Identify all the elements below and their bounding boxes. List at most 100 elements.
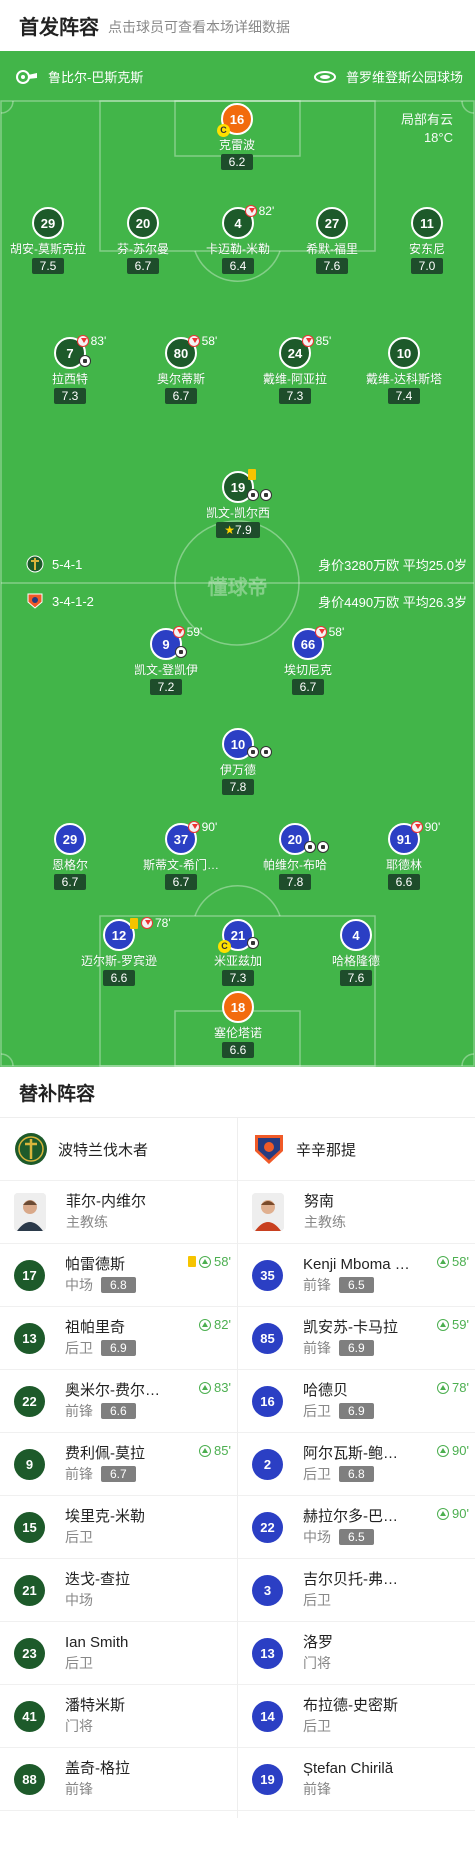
player-home-mid-4[interactable]: 10 戴维-达科斯塔 7.4 bbox=[349, 337, 459, 405]
player-number: 22 bbox=[14, 1385, 45, 1417]
player-home-mid-1[interactable]: 7 83' 拉西特 7.3 bbox=[15, 334, 125, 405]
sub-player-row[interactable]: 88 盖奇-格拉 前锋 bbox=[0, 1748, 237, 1811]
player-home-fwd-1[interactable]: 19 凯文-凯尔西 ★7.9 bbox=[183, 469, 293, 539]
player-rating: 6.6 bbox=[102, 970, 136, 986]
sub-player-row[interactable]: 15 埃里克-米勒 后卫 bbox=[0, 1496, 237, 1559]
sub-player-row[interactable]: 3 吉尔贝托-弗… 后卫 bbox=[238, 1559, 475, 1622]
sub-in-icon bbox=[199, 1318, 212, 1331]
player-number: 41 bbox=[14, 1700, 45, 1732]
assist-icon bbox=[246, 937, 259, 949]
event-icons-top bbox=[248, 467, 256, 485]
sub-off-marker: 82' bbox=[244, 204, 274, 218]
player-rating: 6.9 bbox=[339, 1340, 374, 1356]
player-name: 凯文-登凯伊 bbox=[134, 663, 198, 677]
player-home-def-5[interactable]: 11 安东尼 7.0 bbox=[372, 207, 475, 275]
sub-player-row[interactable]: 23 Ian Smith 后卫 bbox=[0, 1622, 237, 1685]
sub-player-row[interactable]: 85 凯安苏-卡马拉 前锋 6.9 59' bbox=[238, 1307, 475, 1370]
player-away-mid-3[interactable]: 20 帕维尔-布哈 7.8 bbox=[240, 823, 350, 891]
player-position: 前锋 bbox=[303, 1340, 331, 1356]
sub-player-row[interactable]: 35 Kenji Mboma … 前锋 6.5 58' bbox=[238, 1244, 475, 1307]
player-home-mid-2[interactable]: 80 58' 奥尔蒂斯 6.7 bbox=[126, 334, 236, 405]
home-team-row[interactable]: 波特兰伐木者 bbox=[0, 1118, 237, 1181]
player-away-gk[interactable]: 18 塞伦塔诺 6.6 bbox=[183, 991, 293, 1059]
coach-avatar bbox=[14, 1193, 46, 1231]
player-away-mid-1[interactable]: 29 恩格尔 6.7 bbox=[15, 823, 125, 891]
player-position: 前锋 bbox=[65, 1781, 93, 1797]
sub-player-row[interactable]: 14 布拉德-史密斯 后卫 bbox=[238, 1685, 475, 1748]
goal-icon bbox=[246, 746, 259, 758]
player-rating: 7.6 bbox=[315, 258, 349, 274]
away-coach-row[interactable]: 努南 主教练 bbox=[238, 1181, 475, 1244]
player-position: 后卫 bbox=[303, 1403, 331, 1419]
assist-icon bbox=[259, 746, 272, 758]
goal-icon bbox=[174, 646, 187, 658]
page-title: 首发阵容 bbox=[19, 17, 99, 39]
sub-player-row[interactable]: 22 赫拉尔多-巴… 中场 6.5 90' bbox=[238, 1496, 475, 1559]
sub-player-row[interactable]: 19 Ștefan Chirilă 前锋 bbox=[238, 1748, 475, 1811]
weather-temperature: 18°C bbox=[423, 130, 453, 145]
player-rating: 6.9 bbox=[101, 1340, 136, 1356]
sub-off-icon bbox=[187, 335, 200, 347]
sub-player-row[interactable]: 22 奥米尔-费尔… 前锋 6.6 83' bbox=[0, 1370, 237, 1433]
player-number: 14 bbox=[252, 1700, 283, 1732]
player-position: 后卫 bbox=[65, 1529, 93, 1545]
sub-off-marker: 85' bbox=[301, 334, 331, 348]
player-rating: 6.8 bbox=[339, 1466, 374, 1482]
sub-in-icon bbox=[437, 1507, 450, 1520]
player-name: 耶德林 bbox=[385, 858, 422, 872]
player-name: 哈德贝 bbox=[303, 1382, 349, 1399]
pitch: 鲁比尔-巴斯克斯 普罗维登斯公园球场 局部有云 18°C 懂球帝 16 C 克雷波… bbox=[0, 51, 475, 1067]
home-team-value: 身价3280万欧 平均25.0岁 bbox=[318, 558, 467, 573]
player-position: 后卫 bbox=[65, 1655, 93, 1671]
player-away-def-1[interactable]: 12 78' 迈尔斯-罗宾逊 6.6 bbox=[64, 916, 174, 987]
player-home-def-2[interactable]: 20 芬-苏尔曼 6.7 bbox=[88, 207, 198, 275]
player-position: 后卫 bbox=[303, 1718, 331, 1734]
player-name: Ștefan Chirilă bbox=[303, 1760, 394, 1777]
player-rating: 6.5 bbox=[339, 1529, 374, 1545]
sub-player-row[interactable]: 9 费利佩-莫拉 前锋 6.7 85' bbox=[0, 1433, 237, 1496]
player-number: 19 bbox=[252, 1763, 283, 1795]
sub-off-icon bbox=[187, 821, 200, 833]
player-away-am[interactable]: 10 伊万德 7.8 bbox=[183, 728, 293, 796]
player-name: 盖奇-格拉 bbox=[65, 1760, 130, 1777]
player-name: 帕雷德斯 bbox=[65, 1256, 126, 1273]
player-away-fwd-1[interactable]: 9 59' 凯文-登凯伊 7.2 bbox=[111, 625, 221, 696]
player-name: 恩格尔 bbox=[51, 858, 88, 872]
home-coach-row[interactable]: 菲尔-内维尔 主教练 bbox=[0, 1181, 237, 1244]
player-rating: 7.6 bbox=[339, 970, 373, 986]
player-home-gk[interactable]: 16 C 克雷波 6.2 bbox=[182, 103, 292, 171]
sub-off-marker: 58' bbox=[314, 625, 344, 639]
cincinnati-logo-icon bbox=[27, 593, 43, 609]
player-rating: 7.8 bbox=[221, 779, 255, 795]
sub-player-row[interactable]: 21 迭戈-查拉 中场 bbox=[0, 1559, 237, 1622]
event-icons bbox=[303, 841, 329, 853]
sub-in-marker: 90' bbox=[437, 1443, 469, 1458]
player-position: 中场 bbox=[303, 1529, 331, 1545]
coach-role: 主教练 bbox=[66, 1214, 108, 1230]
player-home-mid-3[interactable]: 24 85' 戴维-阿亚拉 7.3 bbox=[240, 334, 350, 405]
home-substitutes: 波特兰伐木者 菲尔-内维尔 主教练 17 帕雷德斯 中场 6.8 58' 13 祖… bbox=[0, 1118, 237, 1811]
player-away-mid-4[interactable]: 91 90' 耶德林 6.6 bbox=[349, 820, 459, 891]
sub-player-row[interactable]: 16 哈德贝 后卫 6.9 78' bbox=[238, 1370, 475, 1433]
sub-player-row[interactable]: 2 阿尔瓦斯-鲍… 后卫 6.8 90' bbox=[238, 1433, 475, 1496]
sub-player-row[interactable]: 13 洛罗 门将 bbox=[238, 1622, 475, 1685]
player-rating: 6.7 bbox=[101, 1466, 136, 1482]
player-away-def-3[interactable]: 4 哈格隆德 7.6 bbox=[301, 919, 411, 987]
sub-player-row[interactable]: 13 祖帕里奇 后卫 6.9 82' bbox=[0, 1307, 237, 1370]
player-name: Ian Smith bbox=[65, 1634, 129, 1651]
sub-in-marker: 82' bbox=[199, 1317, 231, 1332]
sub-in-icon bbox=[199, 1381, 212, 1394]
player-position: 前锋 bbox=[303, 1781, 331, 1797]
player-away-def-2[interactable]: 21 C 米亚兹加 7.3 bbox=[183, 919, 293, 987]
coach-name: 菲尔-内维尔 bbox=[66, 1193, 146, 1210]
player-name: 奥尔蒂斯 bbox=[156, 372, 205, 386]
player-away-fwd-2[interactable]: 66 58' 埃切尼克 6.7 bbox=[253, 625, 363, 696]
sub-player-row[interactable]: 41 潘特米斯 门将 bbox=[0, 1685, 237, 1748]
away-team-row[interactable]: 辛辛那提 bbox=[238, 1118, 475, 1181]
sub-in-icon bbox=[437, 1318, 450, 1331]
player-home-def-4[interactable]: 27 希默-福里 7.6 bbox=[277, 207, 387, 275]
player-away-mid-2[interactable]: 37 90' 斯蒂文-希门… 6.7 bbox=[126, 820, 236, 891]
player-name: 赫拉尔多-巴… bbox=[303, 1508, 398, 1525]
player-name: 芬-苏尔曼 bbox=[117, 242, 169, 256]
sub-player-row[interactable]: 17 帕雷德斯 中场 6.8 58' bbox=[0, 1244, 237, 1307]
